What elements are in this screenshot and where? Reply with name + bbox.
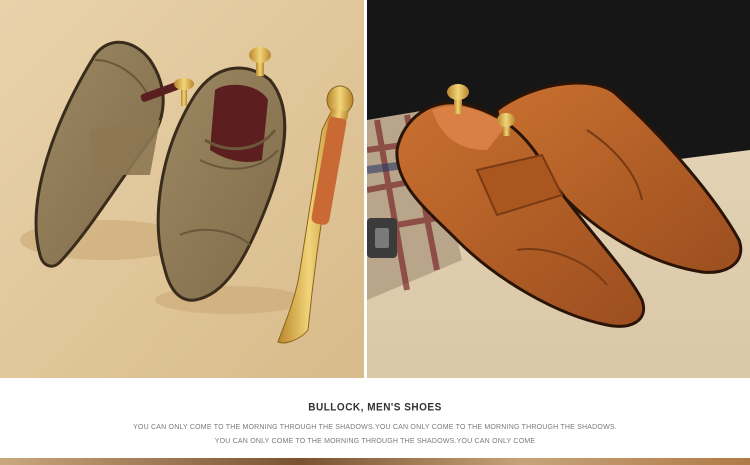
- caption-subtitle-line-1: YOU CAN ONLY COME TO THE MORNING THROUGH…: [133, 424, 617, 431]
- khaki-loafers-photo: [0, 0, 364, 378]
- caption-title: BULLOCK, MEN'S SHOES: [308, 401, 442, 414]
- product-detail-panel: BULLOCK, MEN'S SHOES YOU CAN ONLY COME T…: [0, 0, 750, 465]
- khaki-loafers-illustration: [0, 0, 364, 378]
- brown-loafers-illustration: [367, 0, 750, 378]
- caption-subtitle-line-2: YOU CAN ONLY COME TO THE MORNING THROUGH…: [214, 438, 536, 445]
- brown-loafers-photo: [367, 0, 750, 378]
- caption-section: BULLOCK, MEN'S SHOES YOU CAN ONLY COME T…: [0, 378, 750, 458]
- next-photo-strip: [0, 458, 750, 465]
